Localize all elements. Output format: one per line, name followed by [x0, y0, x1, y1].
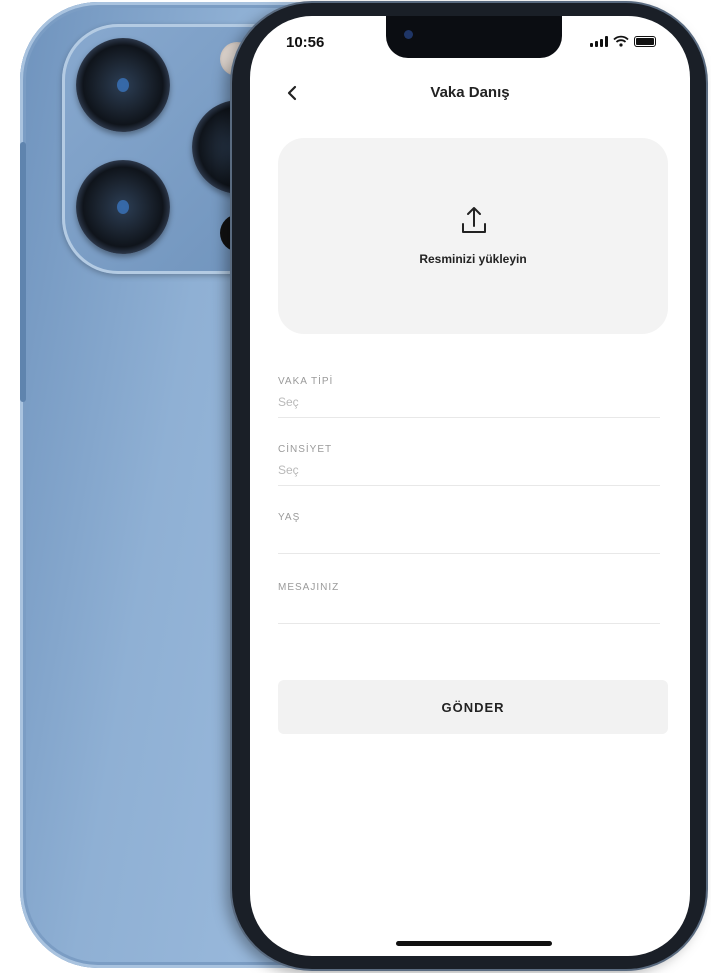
front-camera-icon [404, 30, 413, 39]
phone-side-edge [20, 142, 26, 402]
page-title: Vaka Danış [430, 84, 510, 101]
submit-button[interactable]: GÖNDER [278, 680, 668, 734]
field-underline [278, 623, 660, 624]
field-label: YAŞ [278, 512, 301, 523]
upload-label: Resminizi yükleyin [419, 252, 527, 266]
case-type-select[interactable]: VAKA TİPİ Seç [278, 376, 660, 418]
field-value: Seç [278, 463, 299, 477]
field-value [278, 601, 660, 615]
field-label: MESAJINIZ [278, 582, 340, 593]
upload-icon [462, 207, 486, 233]
status-icons [590, 35, 656, 47]
field-underline [278, 485, 660, 486]
phone-screen: 10:56 Vaka Danış Resminizi yükleyin VAKA… [250, 16, 690, 956]
field-value [278, 531, 660, 545]
notch [386, 16, 562, 58]
home-indicator[interactable] [396, 941, 552, 946]
message-input[interactable]: MESAJINIZ [278, 582, 660, 624]
signal-icon [590, 36, 608, 47]
image-upload-area[interactable]: Resminizi yükleyin [278, 138, 668, 334]
gender-select[interactable]: CİNSİYET Seç [278, 444, 660, 486]
age-input[interactable]: YAŞ [278, 512, 660, 554]
camera-lens-icon [76, 38, 170, 132]
field-value: Seç [278, 395, 299, 409]
camera-lens-icon [76, 160, 170, 254]
wifi-icon [613, 35, 629, 47]
field-label: VAKA TİPİ [278, 376, 334, 387]
battery-icon [634, 36, 656, 47]
status-time: 10:56 [286, 34, 325, 51]
field-underline [278, 417, 660, 418]
field-underline [278, 553, 660, 554]
field-label: CİNSİYET [278, 444, 333, 455]
